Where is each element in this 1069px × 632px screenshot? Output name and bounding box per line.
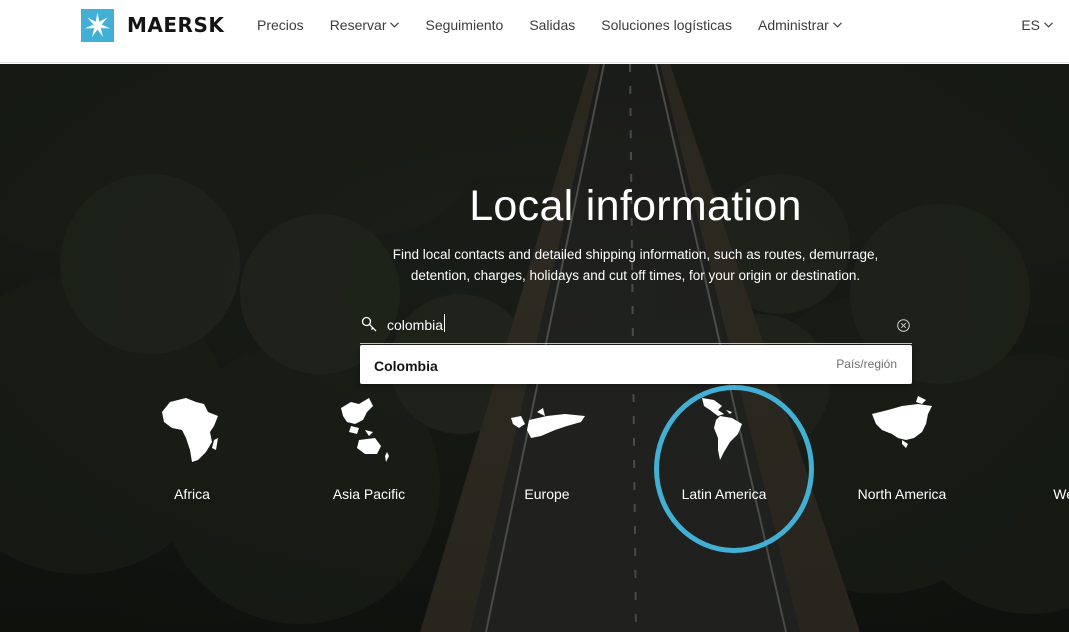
region-label: Europe — [524, 486, 570, 502]
latin-america-map-icon — [702, 398, 742, 460]
region-label: North America — [857, 486, 947, 502]
suggestion-name: Colombia — [374, 358, 438, 374]
nav-precios[interactable]: Precios — [257, 15, 304, 35]
europe-map-icon — [511, 408, 585, 438]
chevron-down-icon — [1044, 22, 1053, 28]
search-suggestion-colombia[interactable]: Colombia País/región — [360, 345, 912, 384]
maersk-logo[interactable]: MAERSK — [81, 8, 224, 42]
nav-administrar[interactable]: Administrar — [758, 15, 842, 35]
nav-label: Administrar — [757, 17, 829, 33]
nav-label: Precios — [257, 17, 304, 33]
region-north-america[interactable]: North America — [832, 394, 972, 509]
local-information-hero: Local information Find local contacts an… — [0, 64, 1069, 632]
location-search-box — [360, 306, 912, 344]
region-label: Asia Pacific — [332, 486, 406, 502]
region-label: Africa — [174, 486, 210, 502]
suggestion-type: País/región — [836, 357, 897, 371]
top-navigation-bar: MAERSK Precios Reservar Seguimiento Sali… — [0, 0, 1069, 63]
region-africa[interactable]: Africa — [122, 394, 262, 509]
region-latin-america[interactable]: Latin America — [654, 394, 794, 509]
language-label: ES — [1021, 17, 1040, 33]
nav-label: Reservar — [329, 17, 387, 33]
brand-name: MAERSK — [127, 13, 225, 37]
region-west-central-asia[interactable]: West Co — [1010, 394, 1069, 509]
search-icon — [361, 316, 377, 332]
nav-salidas[interactable]: Salidas — [529, 15, 575, 35]
chevron-down-icon — [390, 22, 400, 28]
north-america-map-icon — [872, 396, 932, 448]
region-europe[interactable]: Europe — [477, 394, 617, 509]
search-input[interactable] — [387, 314, 887, 336]
africa-map-icon — [162, 398, 218, 462]
nav-label: Seguimiento — [425, 17, 504, 33]
clear-search-icon[interactable] — [897, 319, 910, 332]
chevron-down-icon — [832, 22, 842, 28]
page-title: Local information — [469, 182, 802, 230]
nav-label: Salidas — [529, 17, 576, 33]
text-cursor — [444, 314, 445, 332]
region-label: West Co — [1053, 486, 1069, 502]
nav-reservar[interactable]: Reservar — [330, 15, 400, 35]
region-asia-pacific[interactable]: Asia Pacific — [299, 394, 439, 509]
main-nav: Precios Reservar Seguimiento Salidas Sol… — [257, 15, 868, 35]
nav-soluciones-logisticas[interactable]: Soluciones logísticas — [601, 15, 732, 35]
region-label: Latin America — [681, 486, 767, 502]
nav-label: Soluciones logísticas — [601, 17, 732, 33]
page-subtitle: Find local contacts and detailed shippin… — [392, 247, 879, 283]
maersk-star-icon — [81, 8, 114, 42]
asia-pacific-map-icon — [341, 398, 389, 462]
nav-seguimiento[interactable]: Seguimiento — [425, 15, 503, 35]
west-central-asia-map-icon — [1040, 394, 1069, 466]
language-selector[interactable]: ES — [1021, 15, 1053, 35]
